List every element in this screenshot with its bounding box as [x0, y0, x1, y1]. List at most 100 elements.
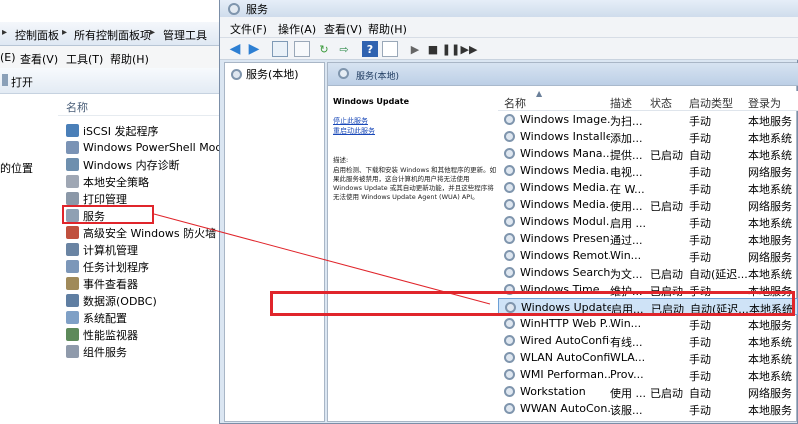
- menu-edit[interactable]: (E): [0, 51, 16, 64]
- cell-desc: 提供...: [610, 149, 643, 162]
- list-item[interactable]: 系统配置: [66, 309, 127, 326]
- cell-name: WinHTTP Web P...: [520, 317, 610, 330]
- column-header-name[interactable]: 名称: [66, 99, 88, 115]
- table-row[interactable]: Windows Media... 在 W... 手动 本地系统: [498, 179, 798, 196]
- refresh-icon[interactable]: ↻: [316, 41, 332, 57]
- memory-diagnostic-icon: [66, 158, 79, 171]
- printer-icon: [66, 192, 79, 205]
- address-bar[interactable]: ▸ 控制面板 ▸ 所有控制面板项 ▸ 管理工具: [0, 22, 228, 46]
- column-header-startup-type[interactable]: 启动类型: [689, 95, 733, 111]
- cell-status: 已启动: [650, 149, 683, 162]
- restart-service-link[interactable]: 重启动此服务: [333, 126, 375, 136]
- table-row[interactable]: Windows Presen...通过... 手动 本地服务: [498, 230, 798, 247]
- column-header-status[interactable]: 状态: [650, 95, 672, 111]
- column-header-description[interactable]: 描述: [610, 95, 632, 111]
- table-row[interactable]: Windows Search 为文... 已启动 自动(延迟... 本地系统: [498, 264, 798, 281]
- table-row[interactable]: Wired AutoConfig 有线... 手动 本地系统: [498, 332, 798, 349]
- list-item[interactable]: Windows 内存诊断: [66, 156, 180, 173]
- cell-name: Windows Mana...: [520, 147, 610, 160]
- pause-icon[interactable]: ❚❚: [442, 41, 460, 57]
- menu-bar: (E) 查看(V) 工具(T) 帮助(H): [0, 46, 228, 68]
- cell-logon: 本地服务: [748, 404, 792, 417]
- cell-startup: 手动: [689, 166, 711, 179]
- menu-bar: 文件(F) 操作(A) 查看(V) 帮助(H): [220, 17, 798, 38]
- console-tree-icon[interactable]: [272, 41, 288, 57]
- cell-status: 已启动: [650, 200, 683, 213]
- cell-startup: 手动: [689, 353, 711, 366]
- gear-icon: [338, 68, 349, 79]
- gear-icon: [504, 267, 515, 278]
- menu-action[interactable]: 操作(A): [278, 21, 316, 37]
- breadcrumb-admin-tools[interactable]: 管理工具: [163, 27, 207, 43]
- cell-logon: 本地服务: [748, 234, 792, 247]
- table-row[interactable]: Workstation 使用 ... 已启动 自动 网络服务: [498, 383, 798, 400]
- table-row[interactable]: Windows Remot... Win... 手动 网络服务: [498, 247, 798, 264]
- cell-name: WLAN AutoConfig: [520, 351, 610, 364]
- table-row[interactable]: WWAN AutoCon... 该服... 手动 本地服务: [498, 400, 798, 417]
- cell-startup: 手动: [689, 319, 711, 332]
- column-header-logon-as[interactable]: 登录为: [748, 95, 781, 111]
- cell-desc: Win...: [610, 249, 642, 262]
- menu-help[interactable]: 帮助(H): [368, 21, 407, 37]
- table-row[interactable]: WMI Performan... Prov... 手动 本地系统: [498, 366, 798, 383]
- tree-item-services-local[interactable]: 服务(本地): [231, 66, 299, 82]
- cell-desc: Prov...: [610, 368, 644, 381]
- table-row[interactable]: Windows Modul... 启用 ... 手动 本地系统: [498, 213, 798, 230]
- list-item[interactable]: 本地安全策略: [66, 173, 149, 190]
- menu-view[interactable]: 查看(V): [20, 51, 58, 67]
- iscsi-icon: [66, 124, 79, 137]
- start-icon[interactable]: ▶: [407, 41, 423, 57]
- list-item[interactable]: iSCSI 发起程序: [66, 122, 158, 139]
- gear-icon: [504, 250, 515, 261]
- table-row[interactable]: WinHTTP Web P... Win... 手动 本地服务: [498, 315, 798, 332]
- cell-desc: 该服...: [610, 404, 643, 417]
- cell-desc: 在 W...: [610, 183, 645, 196]
- cell-startup: 手动: [689, 336, 711, 349]
- cell-logon: 网络服务: [748, 166, 792, 179]
- stop-icon[interactable]: ■: [425, 41, 441, 57]
- forward-arrow-icon[interactable]: ▶: [246, 41, 262, 57]
- menu-view[interactable]: 查看(V): [324, 21, 362, 37]
- table-row[interactable]: Windows Installer 添加... 手动 本地系统: [498, 128, 798, 145]
- list-item[interactable]: 数据源(ODBC): [66, 292, 157, 309]
- gear-icon: [504, 386, 515, 397]
- back-arrow-icon[interactable]: ◀: [227, 41, 243, 57]
- show-hide-icon[interactable]: [382, 41, 398, 57]
- restart-icon[interactable]: ▶▶: [461, 41, 478, 57]
- menu-file[interactable]: 文件(F): [230, 21, 267, 37]
- command-bar: 打开: [0, 68, 228, 94]
- stop-service-link[interactable]: 停止此服务: [333, 116, 368, 126]
- export-icon[interactable]: ⇨: [336, 41, 352, 57]
- gear-icon: [504, 403, 515, 414]
- list-item[interactable]: 组件服务: [66, 343, 127, 360]
- column-header-name[interactable]: 名称: [504, 95, 526, 111]
- cell-logon: 本地系统: [748, 217, 792, 230]
- open-button[interactable]: 打开: [11, 74, 33, 90]
- list-item[interactable]: 事件查看器: [66, 275, 138, 292]
- table-row[interactable]: Windows Media... 使用... 已启动 手动 网络服务: [498, 196, 798, 213]
- cell-desc: 启用 ...: [610, 217, 646, 230]
- nav-location-item[interactable]: 的位置: [0, 160, 33, 176]
- list-item[interactable]: 高级安全 Windows 防火墙: [66, 224, 216, 241]
- list-item[interactable]: 任务计划程序: [66, 258, 149, 275]
- description-label: 描述:: [333, 156, 349, 164]
- component-services-icon: [66, 345, 79, 358]
- open-icon: [2, 74, 8, 86]
- table-row[interactable]: Windows Mana... 提供... 已启动 自动 本地系统: [498, 145, 798, 162]
- table-row[interactable]: WLAN AutoConfig WLA... 手动 本地系统: [498, 349, 798, 366]
- table-row[interactable]: Windows Media... 电视... 手动 网络服务: [498, 162, 798, 179]
- cell-desc: 为文...: [610, 268, 643, 281]
- help-icon[interactable]: ?: [362, 41, 378, 57]
- menu-tools[interactable]: 工具(T): [66, 51, 103, 67]
- breadcrumb-control-panel[interactable]: 控制面板: [15, 27, 59, 43]
- menu-help[interactable]: 帮助(H): [110, 51, 149, 67]
- list-item[interactable]: 计算机管理: [66, 241, 138, 258]
- services-grid-header: ▲ 名称 描述 状态 启动类型 登录为: [498, 89, 798, 111]
- gear-icon: [504, 216, 515, 227]
- table-row[interactable]: Windows Image... 为扫... 手动 本地服务: [498, 111, 798, 128]
- list-item[interactable]: 性能监视器: [66, 326, 138, 343]
- cell-name: Windows Media...: [520, 181, 610, 194]
- properties-icon[interactable]: [294, 41, 310, 57]
- gear-icon: [504, 369, 515, 380]
- breadcrumb-all-items[interactable]: 所有控制面板项: [74, 27, 151, 43]
